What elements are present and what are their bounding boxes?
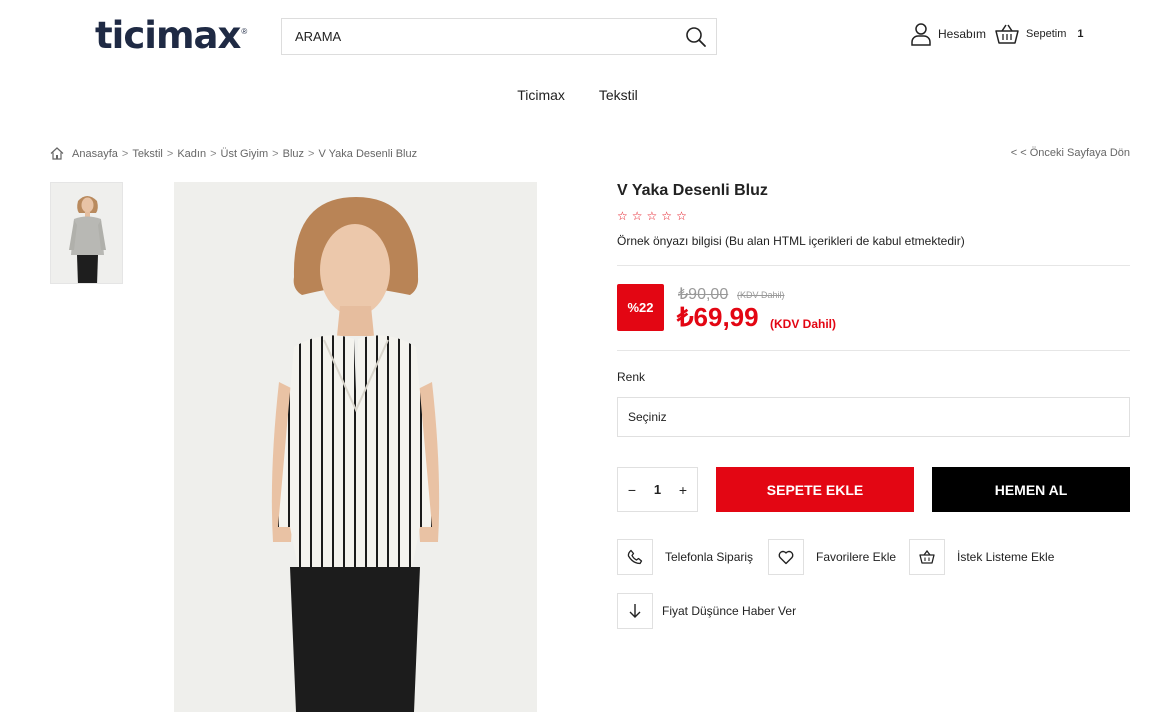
nav-item-ticimax[interactable]: Ticimax (517, 87, 565, 103)
old-price: ₺90,00 (678, 286, 729, 303)
add-favorite-label: Favorilere Ekle (816, 550, 897, 564)
star-icon[interactable]: ☆ (676, 209, 687, 223)
search-icon (686, 26, 706, 47)
cart-label: Sepetim (1026, 28, 1067, 40)
search-input[interactable] (282, 19, 676, 54)
phone-icon (617, 539, 653, 575)
thumbnail-image (51, 183, 122, 283)
arrow-down-icon (617, 593, 653, 629)
star-icon[interactable]: ☆ (617, 209, 628, 223)
nav-item-tekstil[interactable]: Tekstil (599, 87, 638, 103)
variant-label: Renk (617, 370, 646, 384)
main-nav: Ticimax Tekstil (0, 87, 1172, 103)
quantity-decrease-button[interactable]: − (626, 482, 638, 498)
add-wishlist-button[interactable]: İstek Listeme Ekle (909, 539, 1054, 575)
star-icon[interactable]: ☆ (647, 209, 658, 223)
breadcrumb-item[interactable]: Üst Giyim (221, 148, 269, 160)
account-link[interactable]: Hesabım (910, 22, 986, 46)
old-price-tax-note: (KDV Dahil) (737, 290, 785, 300)
sale-price-tax-note: (KDV Dahil) (770, 317, 836, 331)
breadcrumb-separator: > (210, 147, 217, 160)
add-to-cart-button[interactable]: SEPETE EKLE (716, 467, 914, 512)
breadcrumb-current: V Yaka Desenli Bluz (318, 147, 418, 160)
add-wishlist-label: İstek Listeme Ekle (957, 550, 1055, 564)
account-label: Hesabım (938, 27, 987, 41)
buy-now-button[interactable]: HEMEN AL (932, 467, 1130, 512)
cart-count-badge: 1 (1077, 28, 1084, 40)
basket-icon (995, 24, 1019, 44)
quantity-value[interactable]: 1 (654, 482, 661, 497)
logo[interactable]: ticimax ® (95, 14, 247, 58)
search-bar (281, 18, 717, 55)
product-photo (174, 182, 537, 712)
price-alert-label: Fiyat Düşünce Haber Ver (662, 604, 797, 618)
color-select[interactable]: Seçiniz (617, 397, 1130, 437)
star-icon[interactable]: ☆ (661, 209, 672, 223)
sale-price: ₺69,99 (677, 302, 759, 332)
quantity-stepper: − 1 + (617, 467, 698, 512)
product-title: V Yaka Desenli Bluz (617, 182, 768, 199)
divider (617, 265, 1130, 266)
breadcrumb-separator: > (121, 147, 129, 160)
phone-order-button[interactable]: Telefonla Sipariş (617, 539, 753, 575)
search-button[interactable] (676, 19, 716, 54)
back-link[interactable]: < < Önceki Sayfaya Dön (1011, 147, 1130, 159)
price-alert-button[interactable]: Fiyat Düşünce Haber Ver (617, 593, 796, 629)
header-actions: Hesabım Sepetim 1 (910, 22, 1084, 46)
breadcrumb-item[interactable]: Kadın (177, 148, 206, 160)
divider (617, 350, 1130, 351)
product-main-image[interactable] (174, 182, 537, 712)
breadcrumb-separator: > (308, 147, 315, 160)
product-thumbnail[interactable] (50, 182, 123, 284)
rating-stars[interactable]: ☆ ☆ ☆ ☆ ☆ (617, 209, 691, 223)
logo-registered-mark: ® (241, 27, 248, 36)
home-icon[interactable] (50, 147, 64, 160)
add-favorite-button[interactable]: Favorilere Ekle (768, 539, 896, 575)
quantity-increase-button[interactable]: + (677, 482, 689, 498)
discount-badge: %22 (617, 284, 664, 331)
heart-icon (768, 539, 804, 575)
breadcrumb-item[interactable]: Tekstil (132, 148, 163, 160)
breadcrumb-separator: > (272, 147, 279, 160)
phone-order-label: Telefonla Sipariş (665, 550, 754, 564)
product-short-description: Örnek önyazı bilgisi (Bu alan HTML içeri… (617, 234, 965, 248)
cart-link[interactable]: Sepetim 1 (995, 24, 1084, 44)
user-icon (911, 23, 931, 46)
star-icon[interactable]: ☆ (632, 209, 643, 223)
breadcrumb-item[interactable]: Anasayfa (72, 148, 118, 160)
breadcrumb-separator: > (166, 147, 174, 160)
basket-icon (909, 539, 945, 575)
breadcrumb-item[interactable]: Bluz (283, 148, 304, 160)
logo-text: ticimax (95, 14, 241, 57)
breadcrumb: Anasayfa > Tekstil > Kadın > Üst Giyim >… (50, 147, 417, 160)
